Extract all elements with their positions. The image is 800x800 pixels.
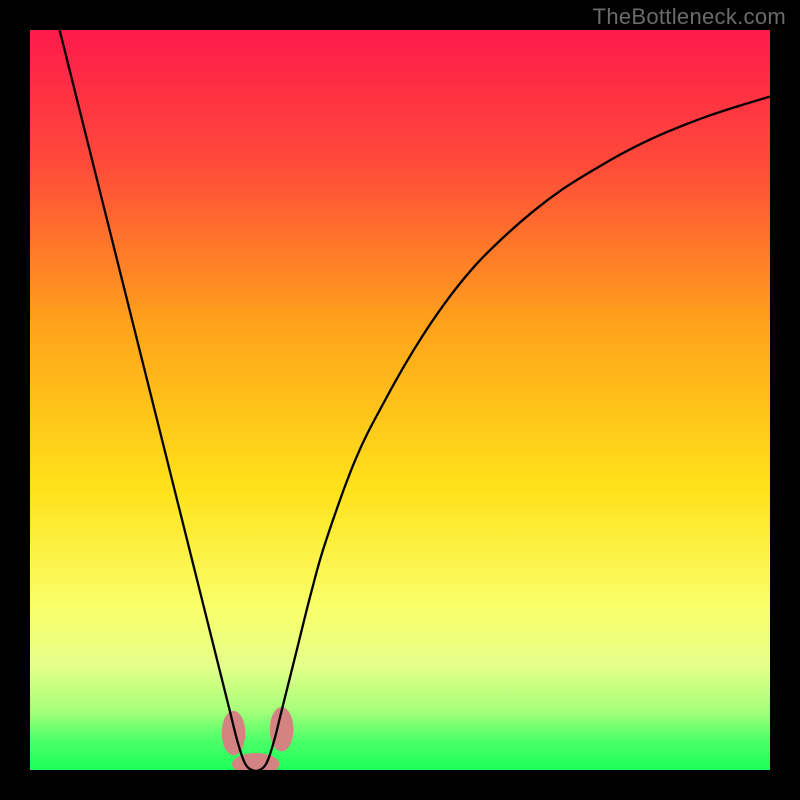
min-region-bottom [232, 753, 279, 770]
bottleneck-curve [60, 30, 770, 770]
chart-frame: TheBottleneck.com [0, 0, 800, 800]
curve-layer [30, 30, 770, 770]
min-region-left [222, 711, 246, 755]
plot-area [30, 30, 770, 770]
watermark-text: TheBottleneck.com [593, 4, 786, 30]
curve-minimum-markers [222, 707, 294, 770]
